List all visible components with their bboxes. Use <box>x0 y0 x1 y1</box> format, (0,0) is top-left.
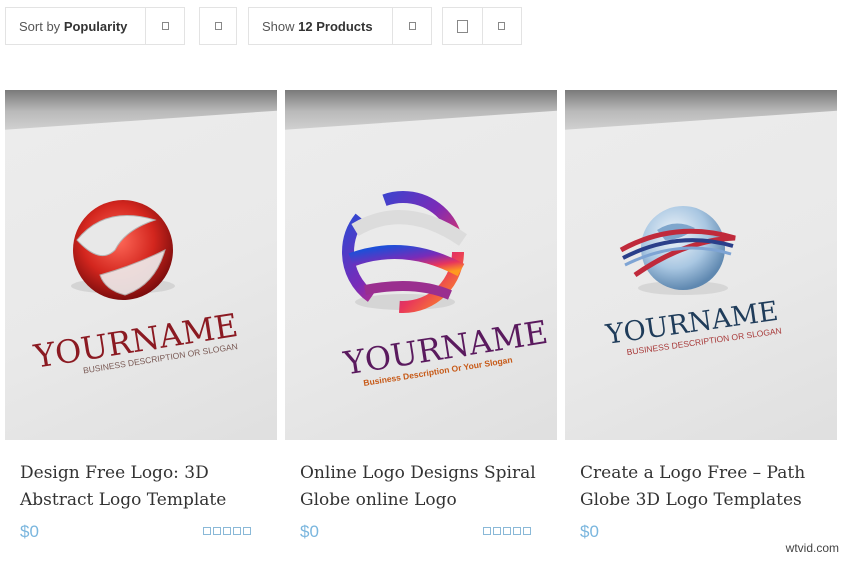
chevron-down-icon[interactable] <box>145 8 184 44</box>
star-icon <box>213 527 221 535</box>
product-title[interactable]: Create a Logo Free – Path Globe 3D Logo … <box>580 460 830 514</box>
star-icon <box>483 527 491 535</box>
product-title[interactable]: Online Logo Designs Spiral Globe online … <box>300 460 550 514</box>
rating-stars <box>203 527 251 535</box>
star-icon <box>493 527 501 535</box>
product-price: $0 <box>580 522 599 541</box>
product-card[interactable]: YOURNAME BUSINESS DESCRIPTION OR SLOGAN … <box>565 90 837 541</box>
show-count-select[interactable]: Show 12 Products <box>248 7 432 45</box>
sort-direction-button[interactable] <box>199 7 237 45</box>
grid-icon <box>456 19 468 33</box>
product-card[interactable]: YOURNAME BUSINESS DESCRIPTION OR SLOGAN … <box>5 90 277 541</box>
list-view-button[interactable] <box>481 8 522 44</box>
list-icon <box>498 22 506 30</box>
grid-view-button[interactable] <box>443 8 482 44</box>
product-image[interactable]: YOURNAME Business Description Or Your Sl… <box>285 90 557 440</box>
shop-toolbar: Sort by Popularity Show 12 Products <box>5 7 525 47</box>
view-toggle <box>442 7 522 45</box>
star-icon <box>523 527 531 535</box>
watermark: wtvid.com <box>785 541 839 555</box>
star-icon <box>243 527 251 535</box>
star-icon <box>233 527 241 535</box>
sort-label: Sort by Popularity <box>19 18 128 34</box>
star-icon <box>203 527 211 535</box>
star-icon <box>503 527 511 535</box>
product-card[interactable]: YOURNAME Business Description Or Your Sl… <box>285 90 557 541</box>
sort-direction-icon <box>214 22 222 30</box>
sort-select[interactable]: Sort by Popularity <box>5 7 185 45</box>
product-price: $0 <box>20 522 39 541</box>
product-title[interactable]: Design Free Logo: 3D Abstract Logo Templ… <box>20 460 270 514</box>
show-count-label: Show 12 Products <box>262 18 373 34</box>
product-price: $0 <box>300 522 319 541</box>
rating-stars <box>483 527 531 535</box>
star-icon <box>513 527 521 535</box>
star-icon <box>223 527 231 535</box>
product-image[interactable]: YOURNAME BUSINESS DESCRIPTION OR SLOGAN <box>565 90 837 440</box>
chevron-down-icon[interactable] <box>392 8 431 44</box>
product-image[interactable]: YOURNAME BUSINESS DESCRIPTION OR SLOGAN <box>5 90 277 440</box>
